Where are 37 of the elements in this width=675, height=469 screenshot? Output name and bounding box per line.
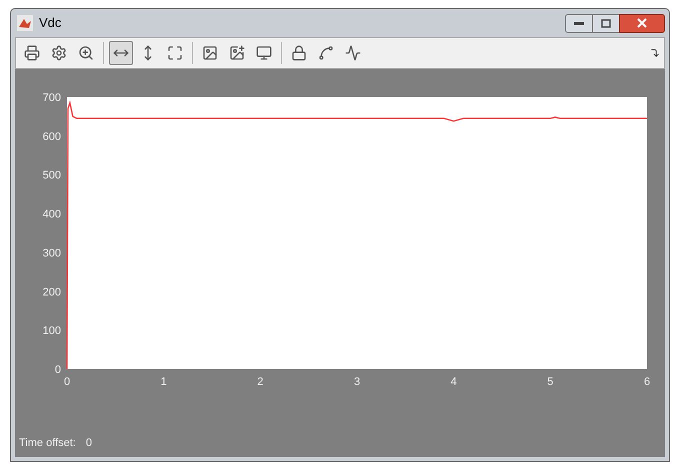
restore-icon [601, 18, 611, 28]
zoom-in-icon [78, 45, 94, 61]
x-tick-label: 4 [450, 376, 457, 388]
toolbar-button[interactable] [109, 41, 133, 65]
branch-icon [318, 45, 334, 61]
close-button[interactable] [619, 14, 665, 32]
lock-icon [291, 45, 307, 61]
minimize-button[interactable] [565, 14, 593, 32]
minimize-icon [574, 21, 584, 25]
printer-icon [24, 45, 40, 61]
app-logo-icon [17, 15, 33, 31]
time-offset-label: Time offset: [19, 436, 76, 450]
gear-icon [51, 45, 67, 61]
y-tick-label: 100 [42, 325, 61, 338]
x-tick-label: 3 [354, 376, 360, 388]
y-tick-label: 700 [42, 92, 61, 104]
x-tick-label: 6 [644, 376, 650, 388]
maximize-button[interactable] [593, 14, 619, 32]
picture-plus-icon [229, 45, 245, 61]
window-title: Vdc [39, 14, 62, 32]
y-tick-label: 400 [42, 208, 61, 221]
x-tick-label: 2 [257, 376, 264, 388]
autoscale-icon [167, 45, 183, 61]
y-tick-label: 200 [42, 286, 61, 298]
y-tick-label: 500 [42, 170, 61, 182]
x-tick-label: 5 [547, 376, 554, 388]
x-tick-label: 0 [64, 376, 70, 388]
x-tick-label: 1 [160, 376, 167, 388]
monitor-icon [256, 45, 272, 61]
toolbar-menu-icon [650, 48, 660, 58]
time-offset-value: 0 [86, 436, 92, 450]
close-icon [637, 18, 647, 28]
signal-icon [345, 45, 361, 61]
y-tick-label: 300 [42, 247, 61, 260]
y-tick-label: 0 [54, 364, 61, 376]
picture-frame-icon [202, 45, 218, 61]
y-tick-label: 600 [42, 130, 61, 143]
